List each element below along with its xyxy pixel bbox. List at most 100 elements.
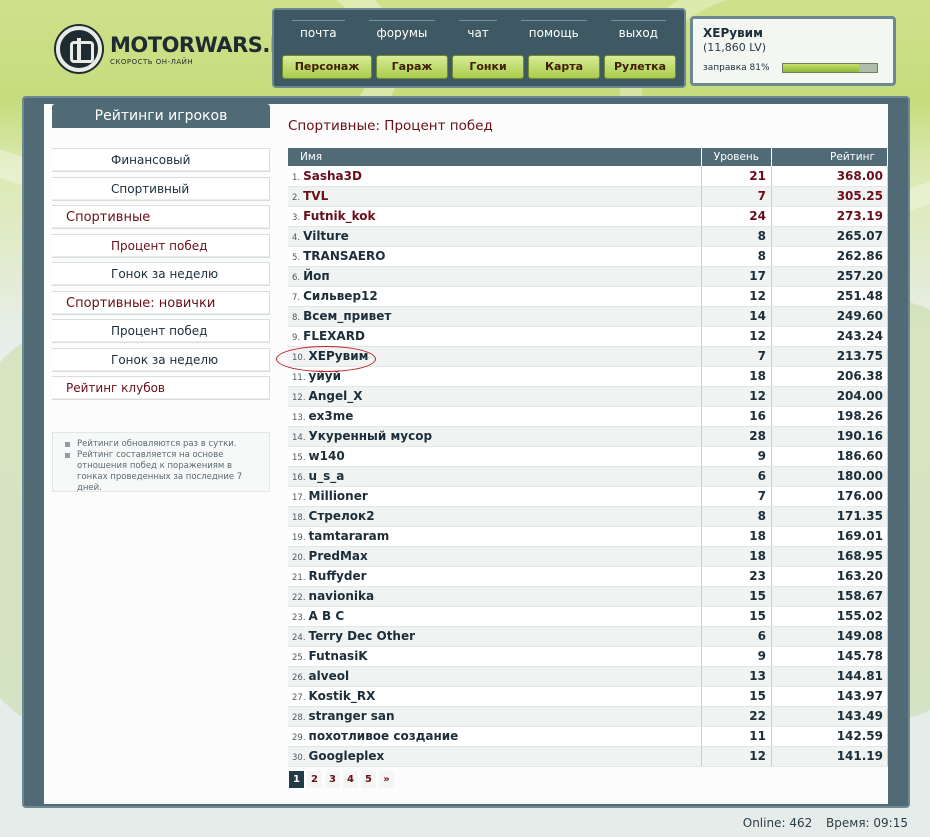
player-name[interactable]: Millioner <box>309 489 368 503</box>
player-name-cell[interactable]: 1. Sasha3D <box>288 166 702 187</box>
sidebar-item-win-percent[interactable]: Процент побед <box>52 233 270 258</box>
player-name[interactable]: w140 <box>309 449 345 463</box>
player-name-cell[interactable]: 6. Йоп <box>288 266 702 287</box>
player-name-cell[interactable]: 16. u_s_a <box>288 466 702 487</box>
garage-button[interactable]: Гараж <box>376 55 448 79</box>
rating-cell: 145.78 <box>771 646 888 667</box>
player-name-cell[interactable]: 18. Стрелок2 <box>288 506 702 527</box>
player-name-cell[interactable]: 20. PredMax <box>288 546 702 567</box>
nav-help-link[interactable]: помощь <box>520 20 587 43</box>
player-name[interactable]: stranger san <box>309 709 395 723</box>
table-row: 30. Googleplex 12 141.19 <box>288 746 888 767</box>
player-name[interactable]: Йоп <box>303 269 330 283</box>
player-name[interactable]: Futnik_kok <box>303 209 375 223</box>
page-link[interactable]: 3 <box>325 771 340 788</box>
player-name-cell[interactable]: 23. A B C <box>288 606 702 627</box>
player-name-cell[interactable]: 21. Ruffyder <box>288 566 702 587</box>
table-row: 18. Стрелок2 8 171.35 <box>288 506 888 527</box>
level-cell: 24 <box>701 206 773 227</box>
sidebar-section-sport[interactable]: Спортивные <box>52 205 270 229</box>
roulette-button[interactable]: Рулетка <box>604 55 676 79</box>
page-link[interactable]: 2 <box>307 771 322 788</box>
table-row: 11. уйуй 18 206.38 <box>288 366 888 387</box>
column-header-name[interactable]: Имя <box>288 148 702 166</box>
table-row: 5. TRANSAERO 8 262.86 <box>288 246 888 267</box>
player-name[interactable]: Kostik_RX <box>309 689 376 703</box>
player-name-cell[interactable]: 19. tamtararam <box>288 526 702 547</box>
player-name-cell[interactable]: 12. Angel_X <box>288 386 702 407</box>
player-name-cell[interactable]: 7. Сильвер12 <box>288 286 702 307</box>
user-name[interactable]: XEPувим <box>703 26 883 40</box>
player-name-cell[interactable]: 25. FutnasiK <box>288 646 702 667</box>
nav-logout-link[interactable]: выход <box>610 20 666 43</box>
player-name[interactable]: похотливое создание <box>309 729 459 743</box>
player-name[interactable]: Сильвер12 <box>303 289 378 303</box>
player-name[interactable]: Стрелок2 <box>309 509 375 523</box>
nav-forums-link[interactable]: форумы <box>368 20 436 43</box>
sidebar-section-newbies[interactable]: Спортивные: новички <box>52 290 270 315</box>
player-name[interactable]: alveol <box>309 669 350 683</box>
player-name-cell[interactable]: 24. Terry Dec Other <box>288 626 702 647</box>
player-name-cell[interactable]: 2. TVL <box>288 186 702 207</box>
column-header-level[interactable]: Уровень <box>701 148 773 166</box>
level-cell: 11 <box>701 726 773 747</box>
column-header-rating[interactable]: Рейтинг <box>771 148 888 166</box>
sidebar-item-newbies-races-week[interactable]: Гонок за неделю <box>52 347 270 372</box>
player-name[interactable]: Googleplex <box>309 749 385 763</box>
rating-cell: 142.59 <box>771 726 888 747</box>
server-time: Время: 09:15 <box>826 816 908 830</box>
player-name[interactable]: Sasha3D <box>303 169 362 183</box>
player-name[interactable]: Vilture <box>303 229 349 243</box>
player-name-cell[interactable]: 29. похотливое создание <box>288 726 702 747</box>
sidebar-item-clubs-rating[interactable]: Рейтинг клубов <box>52 376 270 400</box>
player-name[interactable]: Terry Dec Other <box>309 629 416 643</box>
player-name[interactable]: Всем_привет <box>303 309 391 323</box>
player-name-cell[interactable]: 14. Укуренный мусор <box>288 426 702 447</box>
player-name-cell[interactable]: 30. Googleplex <box>288 746 702 767</box>
user-level: (11,860 LV) <box>703 41 767 54</box>
player-name-cell[interactable]: 13. ex3me <box>288 406 702 427</box>
player-name[interactable]: Ruffyder <box>309 569 367 583</box>
player-name[interactable]: TRANSAERO <box>303 249 385 263</box>
player-name-cell[interactable]: 5. TRANSAERO <box>288 246 702 267</box>
player-name-cell[interactable]: 4. Vilture <box>288 226 702 247</box>
player-name[interactable]: u_s_a <box>309 469 345 483</box>
sidebar-item-sport[interactable]: Спортивный <box>52 176 270 201</box>
player-name[interactable]: TVL <box>303 189 328 203</box>
rating-cell: 305.25 <box>771 186 888 207</box>
rating-cell: 168.95 <box>771 546 888 567</box>
player-name-cell[interactable]: 3. Futnik_kok <box>288 206 702 227</box>
player-name[interactable]: A B C <box>309 609 345 623</box>
player-name-cell[interactable]: 22. navionika <box>288 586 702 607</box>
player-name-cell[interactable]: 8. Всем_привет <box>288 306 702 327</box>
next-page-link[interactable]: » <box>379 771 394 788</box>
player-name-cell[interactable]: 15. w140 <box>288 446 702 467</box>
player-name-cell[interactable]: 17. Millioner <box>288 486 702 507</box>
level-cell: 13 <box>701 666 773 687</box>
nav-mail-link[interactable]: почта <box>291 20 345 43</box>
player-name[interactable]: FutnasiK <box>309 649 368 663</box>
character-button[interactable]: Персонаж <box>282 55 372 79</box>
player-name[interactable]: Укуренный мусор <box>309 429 433 443</box>
player-name[interactable]: PredMax <box>309 549 368 563</box>
player-name[interactable]: tamtararam <box>309 529 390 543</box>
player-name-cell[interactable]: 26. alveol <box>288 666 702 687</box>
sidebar-item-newbies-win-percent[interactable]: Процент побед <box>52 319 270 343</box>
player-name-cell[interactable]: 9. FLEXARD <box>288 326 702 347</box>
site-logo[interactable]: MOTORWARS.RU СКОРОСТЬ ОН-ЛАЙН <box>56 24 303 74</box>
player-name[interactable]: ex3me <box>309 409 354 423</box>
sidebar-item-financial[interactable]: Финансовый <box>52 148 270 172</box>
rank-number: 17. <box>292 493 306 503</box>
player-name[interactable]: Angel_X <box>309 389 363 403</box>
player-name-cell[interactable]: 27. Kostik_RX <box>288 686 702 707</box>
page-link[interactable]: 1 <box>289 771 304 788</box>
player-name[interactable]: navionika <box>309 589 375 603</box>
races-button[interactable]: Гонки <box>452 55 524 79</box>
sidebar-item-races-week[interactable]: Гонок за неделю <box>52 262 270 286</box>
map-button[interactable]: Карта <box>528 55 600 79</box>
page-link[interactable]: 4 <box>343 771 358 788</box>
page-link[interactable]: 5 <box>361 771 376 788</box>
player-name[interactable]: FLEXARD <box>303 329 365 343</box>
nav-chat-link[interactable]: чат <box>459 20 497 43</box>
player-name-cell[interactable]: 28. stranger san <box>288 706 702 727</box>
